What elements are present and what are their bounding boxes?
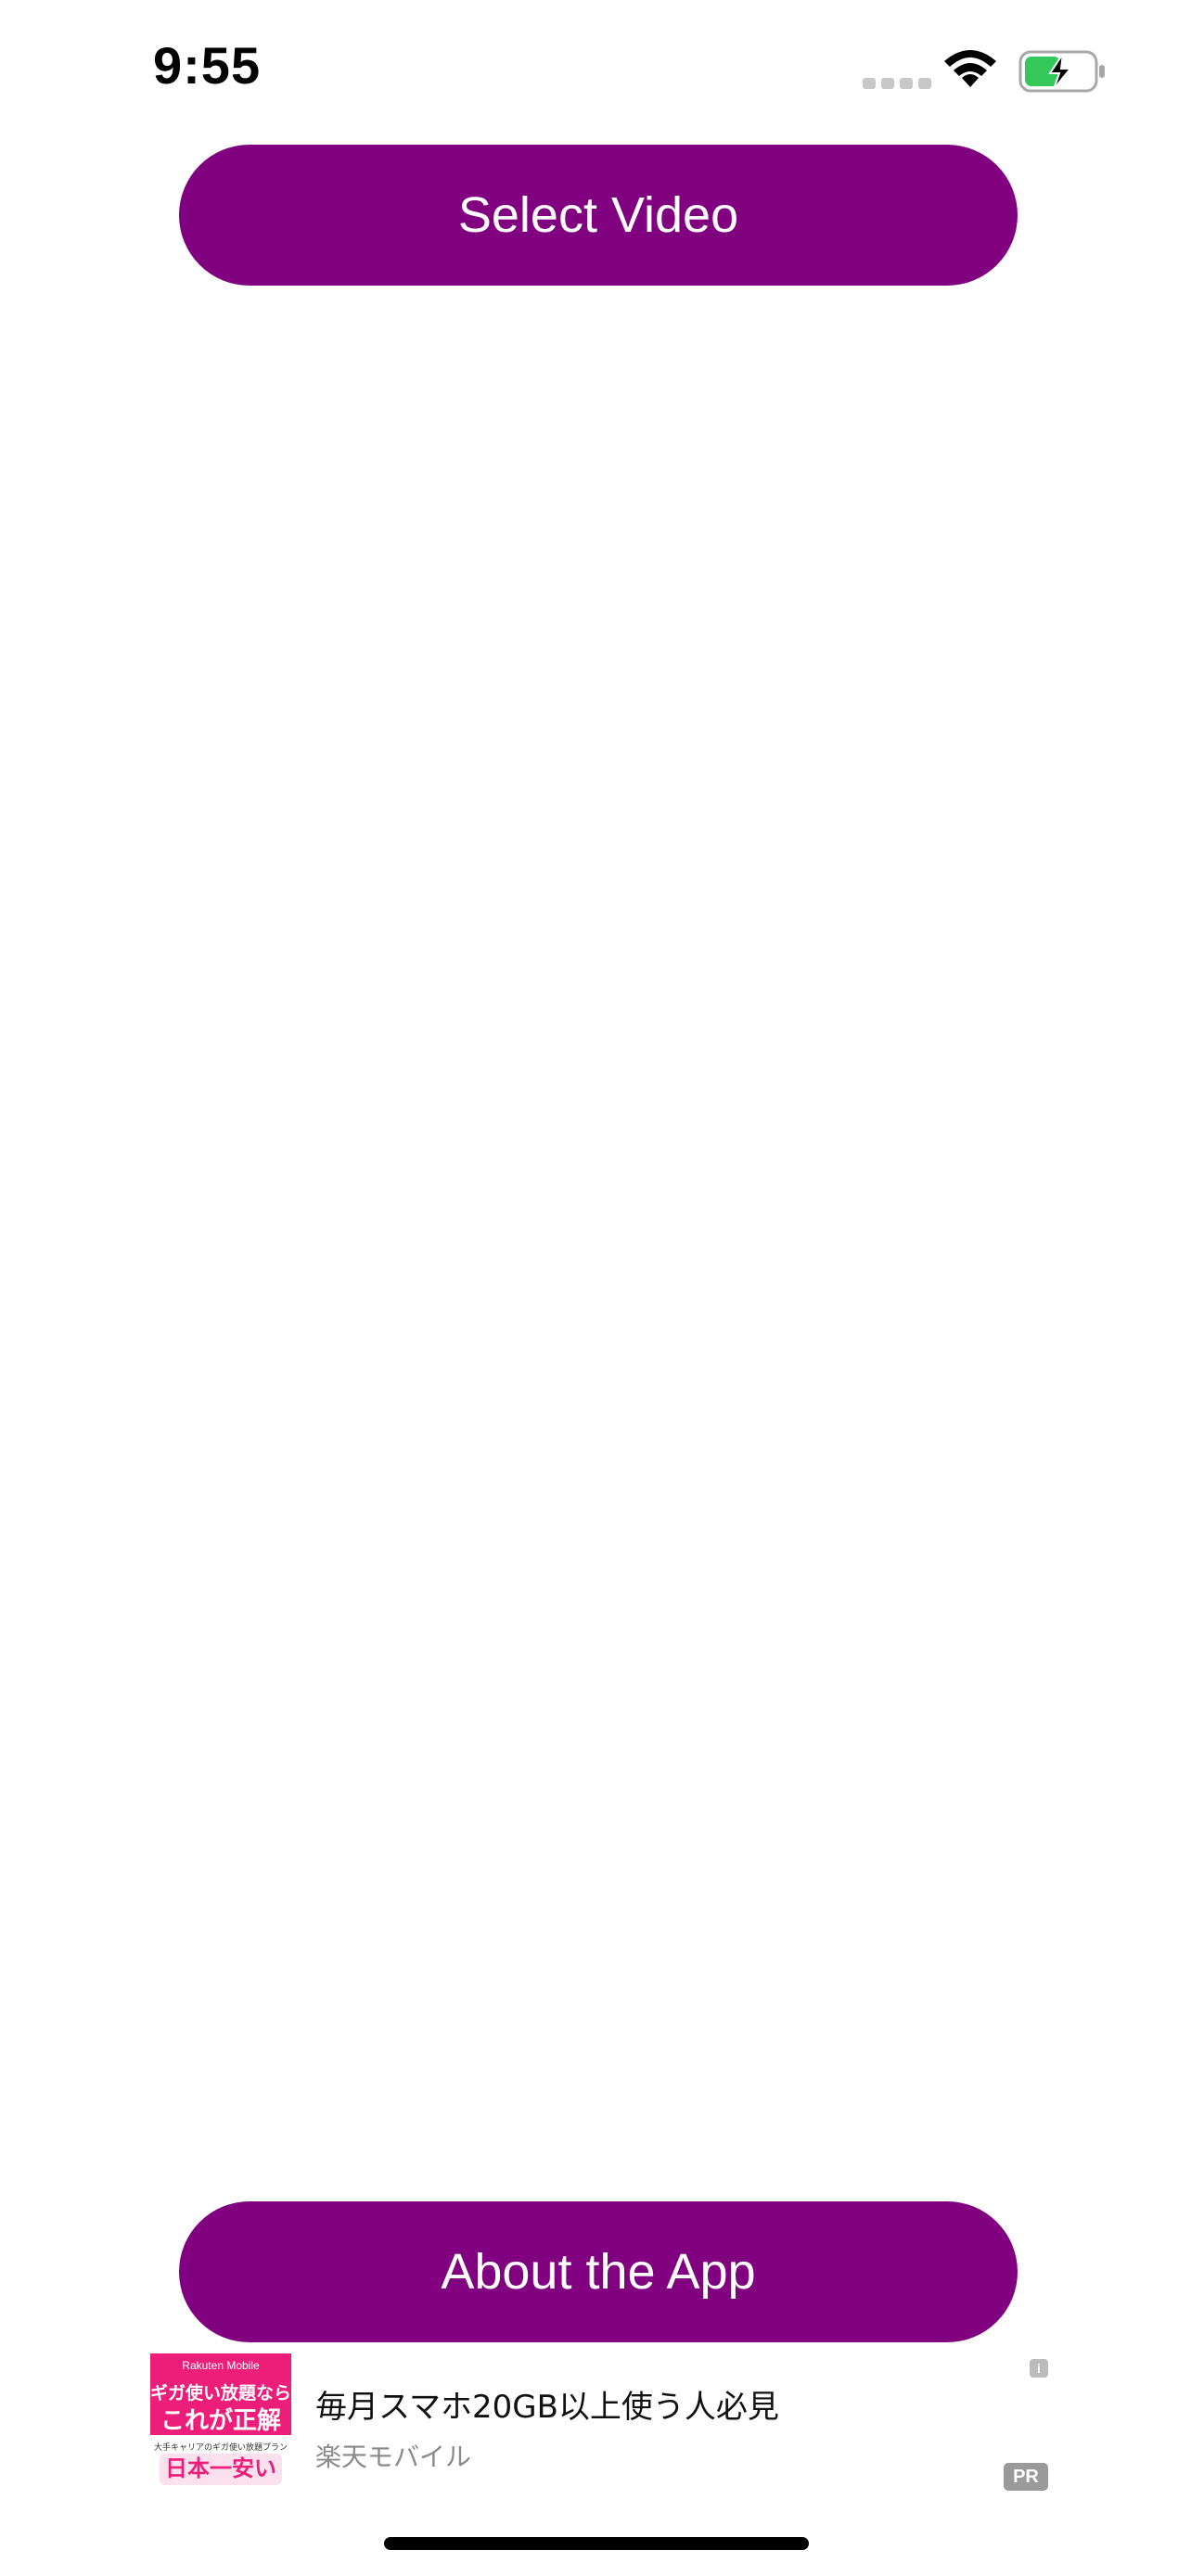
select-video-button[interactable]: Select Video xyxy=(179,145,1018,286)
signal-icon xyxy=(863,78,931,89)
status-time: 9:55 xyxy=(153,36,262,95)
ad-advertiser: 楽天モバイル xyxy=(315,2442,472,2472)
ad-thumbnail[interactable]: Rakuten Mobile ギガ使い放題なら これが正解 大手キャリアのギガ使… xyxy=(150,2353,291,2494)
status-bar: 9:55 xyxy=(0,0,1191,139)
ad-info-icon[interactable]: i xyxy=(1030,2359,1048,2378)
ad-banner[interactable]: Rakuten Mobile ギガ使い放題なら これが正解 大手キャリアのギガ使… xyxy=(150,2353,1048,2494)
wifi-icon xyxy=(944,50,996,87)
ad-thumbnail-brand: Rakuten Mobile xyxy=(182,2359,260,2372)
about-app-button[interactable]: About the App xyxy=(179,2201,1018,2342)
ad-pr-badge: PR xyxy=(1004,2463,1048,2491)
home-indicator[interactable] xyxy=(384,2537,809,2550)
ad-thumbnail-headline-1: ギガ使い放題なら xyxy=(150,2384,291,2404)
ad-thumbnail-tagline: 日本一安い xyxy=(160,2454,282,2485)
ad-thumbnail-headline-2: これが正解 xyxy=(160,2406,281,2434)
battery-charging-icon xyxy=(1018,50,1105,93)
ad-title[interactable]: 毎月スマホ20GB以上使う人必見 xyxy=(315,2381,779,2427)
